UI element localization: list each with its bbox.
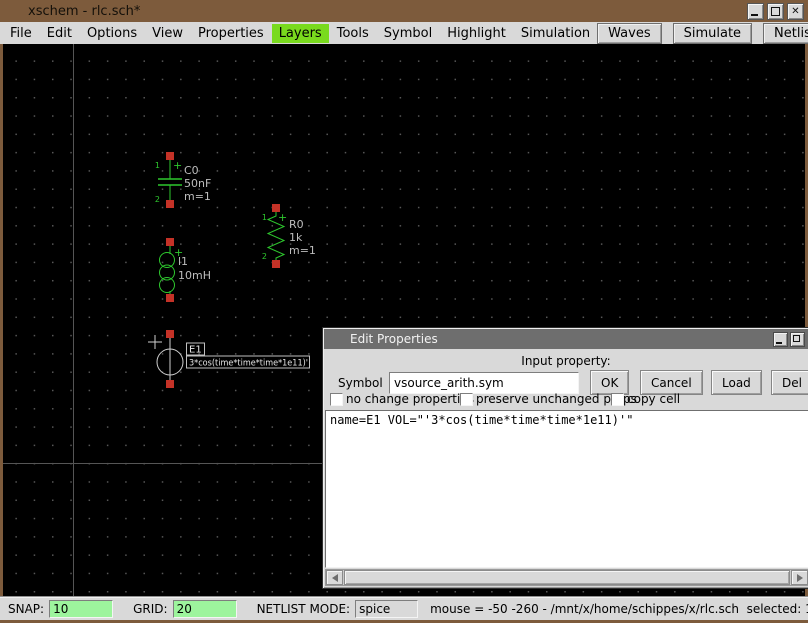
snap-label: SNAP: bbox=[8, 602, 44, 616]
menu-item-view[interactable]: View bbox=[145, 24, 190, 43]
netlist-mode-label: NETLIST MODE: bbox=[257, 602, 351, 616]
minimize-icon bbox=[751, 14, 758, 16]
dialog-window-controls bbox=[773, 332, 805, 347]
scrollbar-thumb[interactable] bbox=[344, 570, 790, 585]
simulate-button[interactable]: Simulate bbox=[673, 23, 752, 44]
symbol-label: Symbol bbox=[338, 376, 383, 390]
vsource-value-label: 3*cos(time*time*time*1e11)' bbox=[189, 359, 308, 369]
dialog-title: Edit Properties bbox=[350, 332, 438, 346]
netlist-button[interactable]: Netlist bbox=[763, 23, 808, 44]
checkbox-no-change-properties-label: no change properties bbox=[346, 392, 474, 406]
close-icon: ✕ bbox=[791, 7, 799, 17]
close-button[interactable]: ✕ bbox=[787, 3, 804, 20]
capacitor-pin-2-square bbox=[166, 200, 174, 208]
horizontal-scrollbar[interactable] bbox=[325, 569, 808, 586]
grid-input[interactable] bbox=[173, 600, 237, 618]
checkbox-copy-cell-label: copy cell bbox=[627, 392, 680, 406]
inductor-pin-2-square bbox=[166, 294, 174, 302]
capacitor-ref-label: C0 bbox=[184, 164, 199, 177]
menubar: File Edit Options View Properties Layers… bbox=[0, 22, 808, 44]
inductor-value-label: 10mH bbox=[178, 269, 211, 282]
maximize-icon bbox=[771, 7, 780, 16]
dialog-checkboxes: no change properties preserve unchanged … bbox=[323, 392, 808, 408]
resistor-pin-1-label: 1 bbox=[262, 213, 267, 222]
snap-input[interactable] bbox=[49, 600, 113, 618]
inductor-ref-label: l1 bbox=[178, 255, 188, 268]
component-capacitor[interactable]: 1 + 2 C0 50nF m=1 bbox=[155, 152, 211, 208]
menu-item-tools[interactable]: Tools bbox=[330, 24, 376, 43]
scrollbar-right-arrow[interactable] bbox=[791, 570, 808, 585]
xschem-window: xschem - rlc.sch* ✕ File Edit Options Vi… bbox=[0, 0, 808, 623]
resistor-value-label: 1k bbox=[289, 231, 303, 244]
component-inductor[interactable]: + l1 10mH bbox=[160, 238, 211, 302]
capacitor-value-label: 50nF bbox=[184, 177, 211, 190]
menu-item-edit[interactable]: Edit bbox=[40, 24, 79, 43]
vsource-pin-2-square bbox=[166, 380, 174, 388]
netlist-mode-input[interactable] bbox=[355, 600, 418, 618]
inductor-pin-1-square bbox=[166, 238, 174, 246]
statusbar: SNAP: GRID: NETLIST MODE: mouse = -50 -2… bbox=[0, 596, 808, 620]
window-title: xschem - rlc.sch* bbox=[28, 4, 140, 19]
menu-item-highlight[interactable]: Highlight bbox=[440, 24, 513, 43]
menu-item-symbol[interactable]: Symbol bbox=[377, 24, 439, 43]
menu-item-file[interactable]: File bbox=[3, 24, 39, 43]
window-controls: ✕ bbox=[747, 3, 804, 20]
resistor-ref-label: R0 bbox=[289, 218, 304, 231]
menu-item-options[interactable]: Options bbox=[80, 24, 144, 43]
component-resistor[interactable]: 1 + 2 R0 1k m=1 bbox=[262, 204, 316, 268]
checkbox-copy-cell[interactable] bbox=[611, 393, 624, 406]
scrollbar-left-arrow[interactable] bbox=[326, 570, 343, 585]
dialog-titlebar: Edit Properties bbox=[324, 329, 808, 349]
symbol-input[interactable] bbox=[389, 372, 579, 394]
waves-button[interactable]: Waves bbox=[597, 23, 661, 44]
capacitor-plus-label: + bbox=[173, 159, 182, 172]
checkbox-no-change-properties[interactable] bbox=[330, 393, 343, 406]
left-arrow-icon bbox=[332, 574, 338, 582]
maximize-icon bbox=[793, 335, 800, 342]
capacitor-pin-1-label: 1 bbox=[155, 161, 160, 170]
vsource-pin-1-square bbox=[166, 330, 174, 338]
input-property-label: Input property: bbox=[323, 354, 808, 368]
component-vsource[interactable]: E1 3*cos(time*time*time*1e11)' bbox=[148, 330, 310, 388]
resistor-plus-label: + bbox=[278, 211, 287, 224]
property-textarea[interactable]: name=E1 VOL="'3*cos(time*time*time*1e11)… bbox=[325, 410, 808, 568]
menu-item-layers[interactable]: Layers bbox=[272, 24, 329, 43]
dialog-minimize-button[interactable] bbox=[773, 332, 788, 347]
mouse-info: mouse = -50 -260 - /mnt/x/home/schippes/… bbox=[430, 602, 808, 616]
menu-item-simulation[interactable]: Simulation bbox=[514, 24, 597, 43]
resistor-mult-label: m=1 bbox=[289, 244, 316, 257]
menu-item-properties[interactable]: Properties bbox=[191, 24, 271, 43]
grid-label: GRID: bbox=[133, 602, 167, 616]
minimize-icon bbox=[776, 342, 782, 344]
dialog-maximize-button[interactable] bbox=[790, 332, 805, 347]
resistor-pin-2-square bbox=[272, 260, 280, 268]
window-titlebar: xschem - rlc.sch* ✕ bbox=[0, 0, 808, 22]
right-arrow-icon bbox=[797, 574, 803, 582]
capacitor-mult-label: m=1 bbox=[184, 190, 211, 203]
minimize-button[interactable] bbox=[747, 3, 764, 20]
maximize-button[interactable] bbox=[767, 3, 784, 20]
checkbox-preserve-unchanged-props[interactable] bbox=[460, 393, 473, 406]
vsource-ref-label: E1 bbox=[189, 345, 202, 356]
capacitor-pin-2-label: 2 bbox=[155, 195, 160, 204]
resistor-pin-2-label: 2 bbox=[262, 252, 267, 261]
edit-properties-dialog: Edit Properties Input property: Symbol O… bbox=[322, 327, 808, 589]
